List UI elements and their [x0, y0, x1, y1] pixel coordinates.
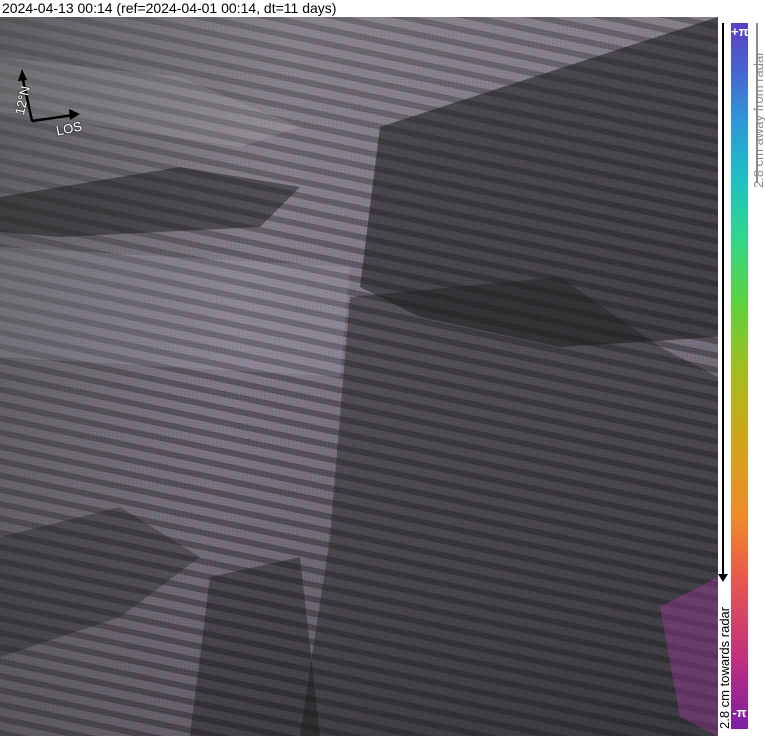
- interferogram-map: 12°N LOS: [0, 17, 718, 736]
- north-arrow: [18, 69, 108, 164]
- colorbar-min-label: -π: [732, 705, 747, 720]
- colorbar-away-label: 2.8 cm away from radar: [751, 51, 765, 188]
- towards-arrow-line: [722, 23, 724, 578]
- north-arrow-icon: [18, 69, 80, 123]
- away-arrow: [756, 23, 758, 183]
- towards-arrow-head-icon: [718, 574, 728, 582]
- image-title: 2024-04-13 00:14 (ref=2024-04-01 00:14, …: [2, 0, 337, 16]
- colorbar-towards-label: 2.8 cm towards radar: [717, 606, 732, 729]
- colorbar-max-label: +π: [731, 24, 749, 39]
- phase-colorbar: [731, 23, 748, 729]
